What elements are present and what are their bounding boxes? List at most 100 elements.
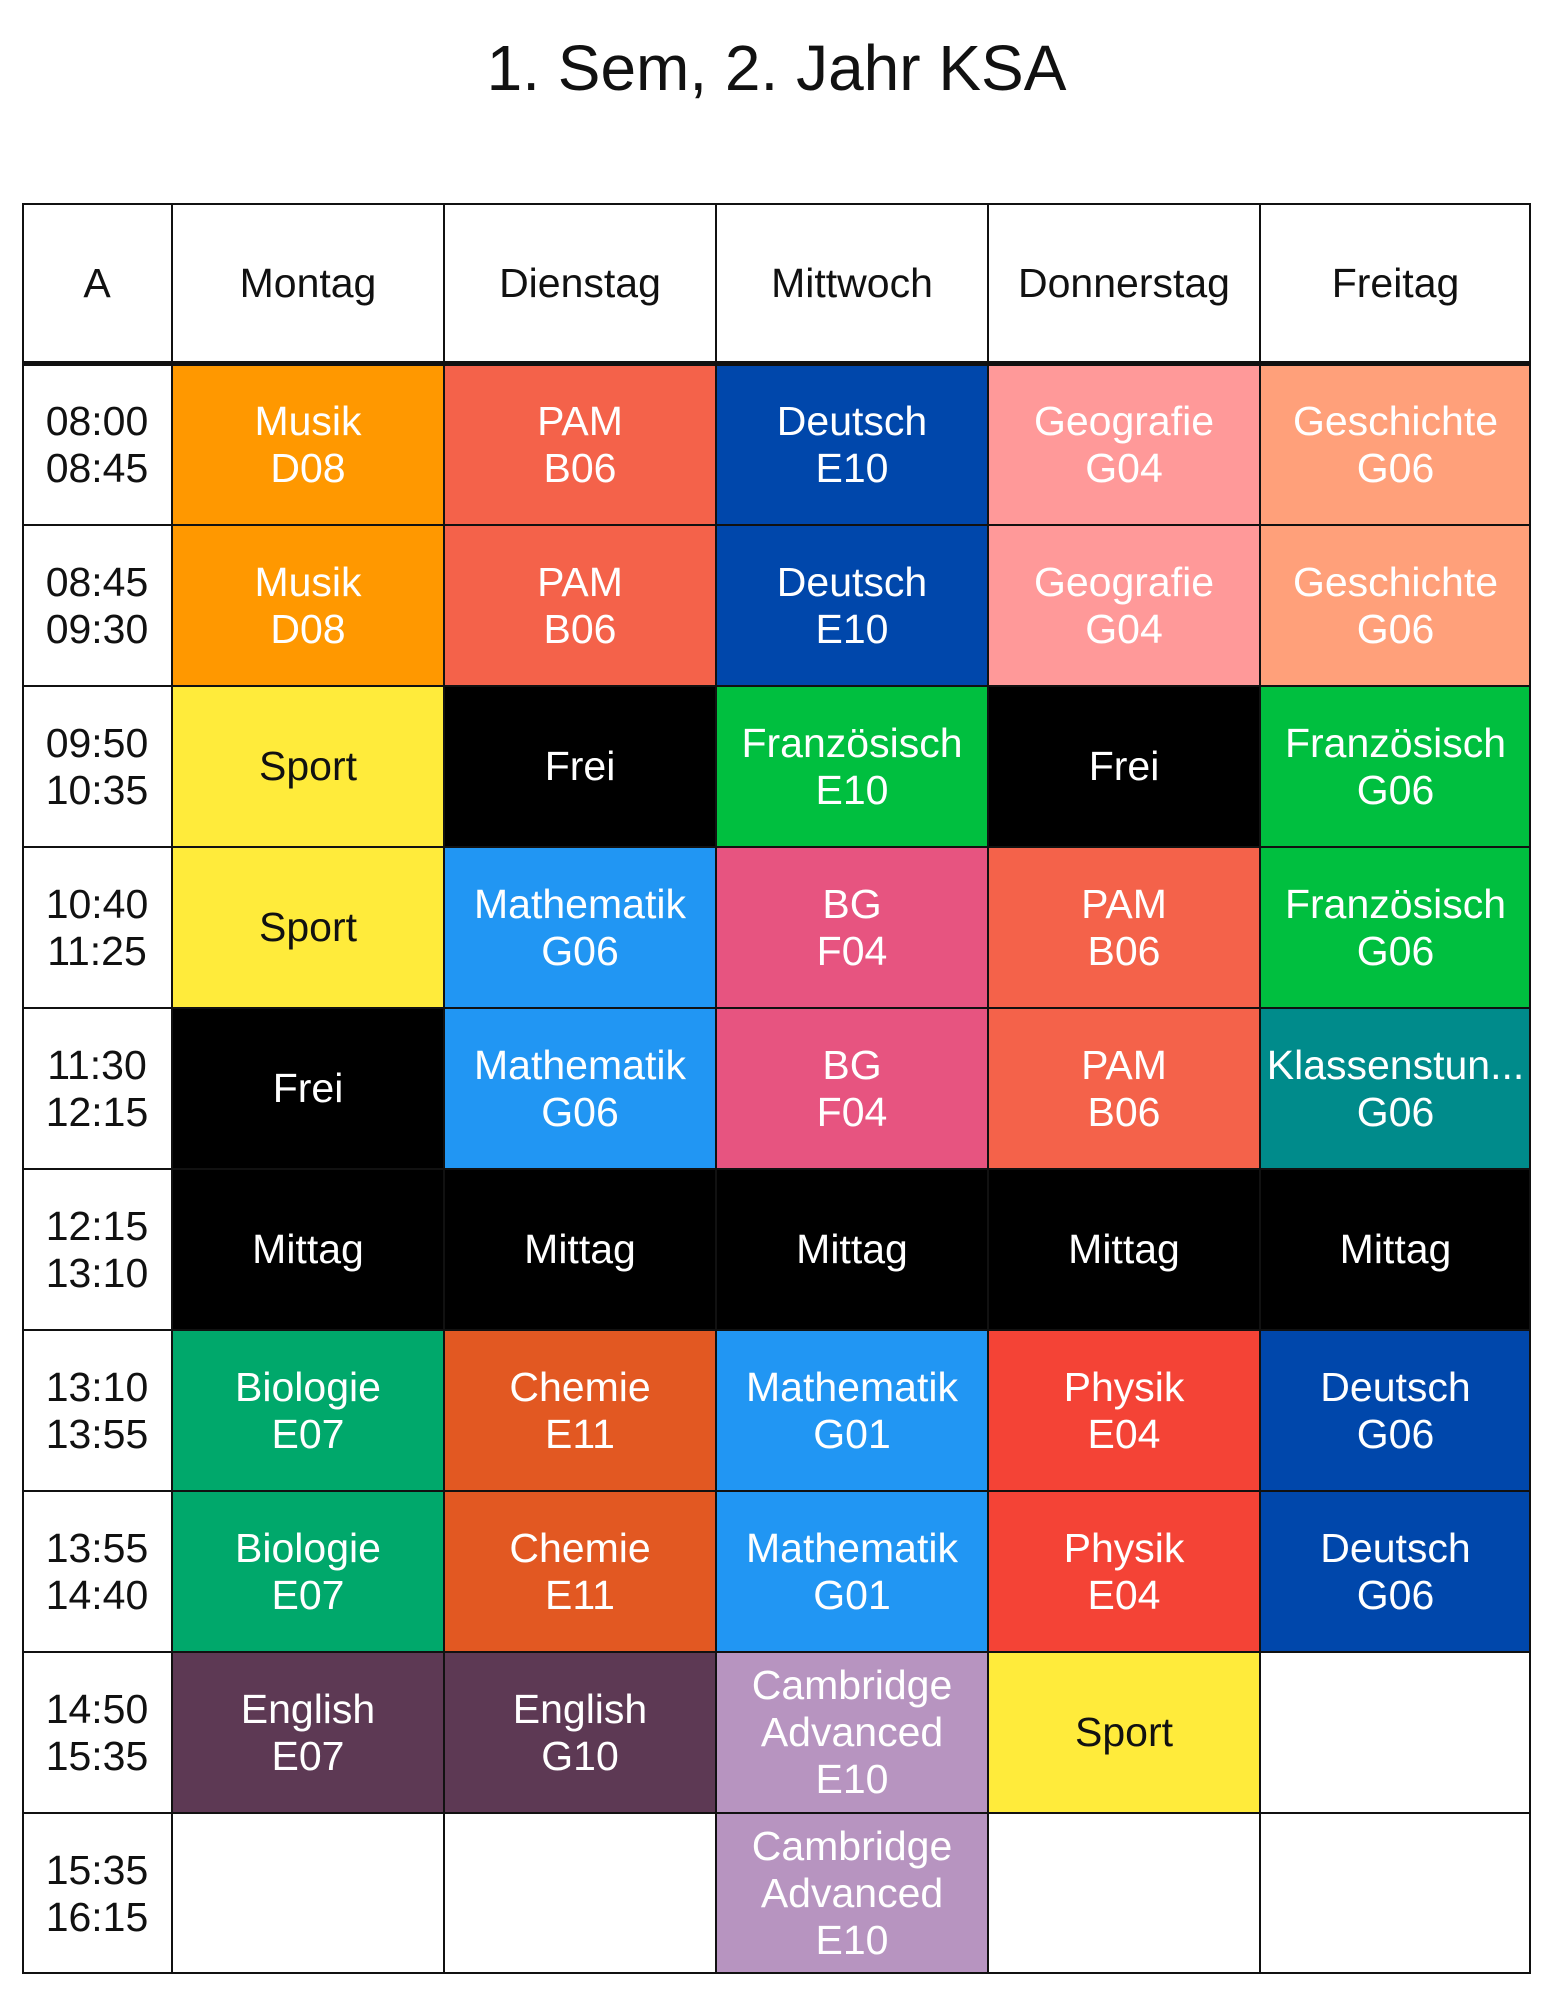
- lesson-cell[interactable]: Geografie G04: [988, 525, 1260, 686]
- lesson-cell[interactable]: Biologie E07: [172, 1491, 444, 1652]
- cell-text-line: G01: [813, 1571, 891, 1618]
- lesson-cell[interactable]: Mathematik G01: [716, 1330, 988, 1491]
- lesson-cell[interactable]: Frei: [988, 686, 1260, 847]
- lesson-cell[interactable]: Frei: [444, 686, 716, 847]
- empty-cell[interactable]: [444, 1813, 716, 1974]
- cell-text-line: Advanced: [760, 1870, 944, 1916]
- lesson-cell[interactable]: Deutsch E10: [716, 364, 988, 525]
- time-slot[interactable]: 09:50 10:35: [22, 686, 172, 847]
- cell-text-line: 16:15: [45, 1893, 149, 1940]
- lesson-cell[interactable]: PAM B06: [988, 847, 1260, 1008]
- lesson-cell[interactable]: Chemie E11: [444, 1330, 716, 1491]
- cell-text-line: PAM: [1081, 1041, 1167, 1088]
- lesson-cell[interactable]: Französisch G06: [1260, 847, 1531, 1008]
- time-slot[interactable]: 08:00 08:45: [22, 364, 172, 525]
- lesson-cell[interactable]: Sport: [172, 847, 444, 1008]
- time-slot[interactable]: 12:15 13:10: [22, 1169, 172, 1330]
- lesson-cell[interactable]: Mittag: [1260, 1169, 1531, 1330]
- cell-text-line: 11:30: [47, 1041, 147, 1088]
- day-header-freitag[interactable]: Freitag: [1260, 203, 1531, 364]
- grid-line-horizontal: [22, 1812, 1531, 1814]
- cell-text-line: E11: [545, 1571, 615, 1618]
- time-slot[interactable]: 11:30 12:15: [22, 1008, 172, 1169]
- cell-text-line: 13:55: [45, 1524, 149, 1571]
- time-slot[interactable]: 08:45 09:30: [22, 525, 172, 686]
- lesson-cell[interactable]: Biologie E07: [172, 1330, 444, 1491]
- cell-text-line: Physik: [1063, 1363, 1185, 1410]
- cell-text-line: PAM: [537, 558, 623, 605]
- lesson-cell[interactable]: PAM B06: [444, 364, 716, 525]
- cell-text-line: Deutsch: [1320, 1363, 1471, 1410]
- lesson-cell[interactable]: Französisch G06: [1260, 686, 1531, 847]
- lesson-cell[interactable]: Mittag: [988, 1169, 1260, 1330]
- lesson-cell[interactable]: Physik E04: [988, 1491, 1260, 1652]
- cell-text-line: 13:10: [45, 1249, 149, 1296]
- lesson-cell[interactable]: English E07: [172, 1652, 444, 1813]
- lesson-cell[interactable]: Physik E04: [988, 1330, 1260, 1491]
- cell-text-line: Mittag: [796, 1226, 908, 1272]
- cell-text-line: Biologie: [235, 1524, 381, 1571]
- corner-header[interactable]: A: [22, 203, 172, 364]
- lesson-cell[interactable]: Deutsch G06: [1260, 1491, 1531, 1652]
- grid-line-horizontal: [22, 1329, 1531, 1331]
- time-slot[interactable]: 10:40 11:25: [22, 847, 172, 1008]
- cell-text-line: 14:50: [45, 1685, 149, 1732]
- lesson-cell[interactable]: Musik D08: [172, 525, 444, 686]
- cell-text-line: B06: [543, 605, 617, 652]
- lesson-cell[interactable]: Mathematik G01: [716, 1491, 988, 1652]
- lesson-cell[interactable]: Cambridge Advanced E10: [716, 1652, 988, 1813]
- cell-text-line: English: [240, 1685, 376, 1732]
- lesson-cell[interactable]: PAM B06: [444, 525, 716, 686]
- time-slot[interactable]: 14:50 15:35: [22, 1652, 172, 1813]
- empty-cell[interactable]: [172, 1813, 444, 1974]
- empty-cell[interactable]: [1260, 1652, 1531, 1813]
- lesson-cell[interactable]: Deutsch E10: [716, 525, 988, 686]
- cell-text-line: Musik: [254, 397, 362, 444]
- grid-line-vertical: [1259, 203, 1261, 1974]
- cell-text-line: B06: [1087, 1088, 1161, 1135]
- cell-text-line: Freitag: [1331, 260, 1460, 306]
- day-header-mittwoch[interactable]: Mittwoch: [716, 203, 988, 364]
- cell-text-line: 15:35: [45, 1846, 149, 1893]
- lesson-cell[interactable]: PAM B06: [988, 1008, 1260, 1169]
- lesson-cell[interactable]: Mathematik G06: [444, 1008, 716, 1169]
- cell-text-line: G06: [1356, 1410, 1435, 1457]
- lesson-cell[interactable]: Chemie E11: [444, 1491, 716, 1652]
- empty-cell[interactable]: [1260, 1813, 1531, 1974]
- time-slot[interactable]: 13:55 14:40: [22, 1491, 172, 1652]
- lesson-cell[interactable]: Sport: [988, 1652, 1260, 1813]
- lesson-cell[interactable]: Mittag: [716, 1169, 988, 1330]
- day-header-montag[interactable]: Montag: [172, 203, 444, 364]
- cell-text-line: PAM: [537, 397, 623, 444]
- empty-cell[interactable]: [988, 1813, 1260, 1974]
- lesson-cell[interactable]: Mathematik G06: [444, 847, 716, 1008]
- lesson-cell[interactable]: Musik D08: [172, 364, 444, 525]
- lesson-cell[interactable]: Geografie G04: [988, 364, 1260, 525]
- day-header-donnerstag[interactable]: Donnerstag: [988, 203, 1260, 364]
- time-slot[interactable]: 13:10 13:55: [22, 1330, 172, 1491]
- cell-text-line: A: [83, 260, 111, 306]
- day-header-dienstag[interactable]: Dienstag: [444, 203, 716, 364]
- lesson-cell[interactable]: Geschichte G06: [1260, 364, 1531, 525]
- cell-text-line: G04: [1085, 605, 1163, 652]
- lesson-cell[interactable]: BG F04: [716, 1008, 988, 1169]
- cell-text-line: Dienstag: [499, 260, 661, 306]
- lesson-cell[interactable]: Sport: [172, 686, 444, 847]
- cell-text-line: Sport: [259, 904, 357, 950]
- cell-text-line: G06: [1356, 1088, 1435, 1135]
- lesson-cell[interactable]: Frei: [172, 1008, 444, 1169]
- grid-line-horizontal: [22, 1168, 1531, 1170]
- cell-text-line: E07: [271, 1571, 345, 1618]
- lesson-cell[interactable]: Cambridge Advanced E10: [716, 1813, 988, 1974]
- lesson-cell[interactable]: Französisch E10: [716, 686, 988, 847]
- lesson-cell[interactable]: Mittag: [444, 1169, 716, 1330]
- lesson-cell[interactable]: Geschichte G06: [1260, 525, 1531, 686]
- lesson-cell[interactable]: Klassenstun... G06: [1260, 1008, 1531, 1169]
- lesson-cell[interactable]: Deutsch G06: [1260, 1330, 1531, 1491]
- cell-text-line: 11:25: [47, 927, 147, 974]
- cell-text-line: Geschichte: [1292, 558, 1499, 605]
- lesson-cell[interactable]: Mittag: [172, 1169, 444, 1330]
- lesson-cell[interactable]: BG F04: [716, 847, 988, 1008]
- time-slot[interactable]: 15:35 16:15: [22, 1813, 172, 1974]
- lesson-cell[interactable]: English G10: [444, 1652, 716, 1813]
